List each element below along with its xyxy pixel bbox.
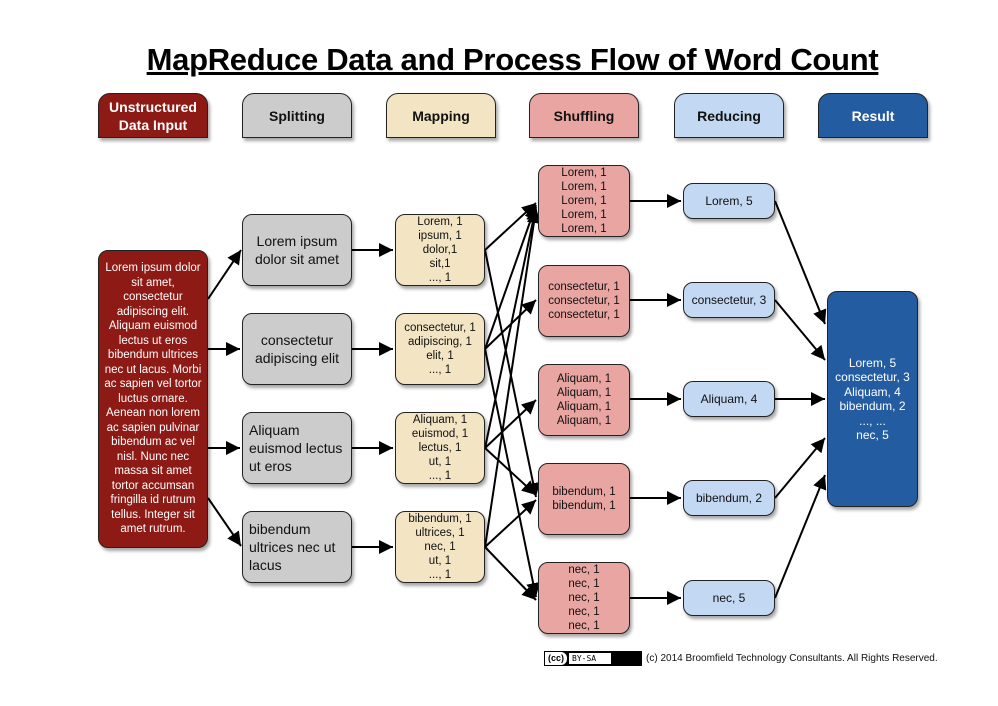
- arrow-input-split-1: [207, 249, 242, 300]
- header-splitting: Splitting: [242, 93, 352, 138]
- shuffle-text: bibendum, 1 bibendum, 1: [552, 486, 616, 512]
- unstructured-input-box: Lorem ipsum dolor sit amet, consectetur …: [98, 250, 208, 548]
- arrow-reduce-result-4: [774, 437, 826, 499]
- split-text: bibendum ultrices nec ut lacus: [249, 521, 336, 573]
- reduce-text: Lorem, 5: [705, 194, 753, 208]
- map-box: bibendum, 1 ultrices, 1 nec, 1 ut, 1 ...…: [395, 511, 485, 583]
- header-shuffling: Shuffling: [529, 93, 639, 138]
- split-text: consectetur adipiscing elit: [254, 332, 340, 366]
- shuffle-box: nec, 1 nec, 1 nec, 1 nec, 1 nec, 1: [538, 562, 630, 634]
- arrow-map3-shuffle-lorem: [484, 206, 540, 449]
- split-box: bibendum ultrices nec ut lacus: [242, 511, 352, 583]
- shuffle-box: Lorem, 1 Lorem, 1 Lorem, 1 Lorem, 1 Lore…: [538, 165, 630, 237]
- arrow-map4-shuffle-lorem: [484, 208, 541, 548]
- reduce-text: nec, 5: [712, 591, 746, 605]
- arrow-map2-shuffle-nec: [484, 348, 541, 598]
- arrow-map4-shuffle-nec: [484, 546, 537, 601]
- arrow-map1-shuffle-bibendum: [484, 249, 541, 498]
- reduce-box: nec, 5: [683, 580, 775, 616]
- map-box: consectetur, 1 adipiscing, 1 elit, 1 ...…: [395, 313, 485, 385]
- input-text: Lorem ipsum dolor sit amet, consectetur …: [104, 262, 202, 536]
- diagram-title: MapReduce Data and Process Flow of Word …: [146, 42, 879, 77]
- arrow-reduce-result-2: [774, 299, 826, 361]
- reduce-text: bibendum, 2: [695, 491, 763, 505]
- shuffle-text: Lorem, 1 Lorem, 1 Lorem, 1 Lorem, 1 Lore…: [561, 167, 607, 235]
- map-text: consectetur, 1 adipiscing, 1 elit, 1 ...…: [404, 322, 476, 376]
- copyright-text: (c) 2014 Broomfield Technology Consultan…: [646, 653, 938, 664]
- shuffle-box: bibendum, 1 bibendum, 1: [538, 463, 630, 535]
- arrow-map2-shuffle-lorem: [484, 204, 538, 350]
- header-mapping: Mapping: [386, 93, 496, 138]
- header-reducing: Reducing: [674, 93, 784, 138]
- arrow-map3-shuffle-bibendum: [484, 447, 537, 496]
- arrow-map1-shuffle-lorem: [484, 202, 537, 251]
- map-text: Aliquam, 1 euismod, 1 lectus, 1 ut, 1 ..…: [411, 414, 469, 482]
- reduce-box: consectetur, 3: [683, 282, 775, 318]
- cc-icon: (cc): [545, 652, 568, 665]
- arrow-reduce-result-5: [774, 474, 827, 599]
- shuffle-text: consectetur, 1 consectetur, 1 consectetu…: [548, 281, 620, 321]
- map-box: Lorem, 1 ipsum, 1 dolor,1 sit,1 ..., 1: [395, 214, 485, 286]
- map-text: bibendum, 1 ultrices, 1 nec, 1 ut, 1 ...…: [408, 513, 472, 581]
- header-unstructured-data-input: Unstructured Data Input: [98, 93, 208, 138]
- split-text: Lorem ipsum dolor sit amet: [254, 233, 340, 267]
- reduce-text: consectetur, 3: [691, 293, 767, 307]
- map-box: Aliquam, 1 euismod, 1 lectus, 1 ut, 1 ..…: [395, 412, 485, 484]
- shuffle-text: nec, 1 nec, 1 nec, 1 nec, 1 nec, 1: [568, 564, 600, 632]
- license-label: BY-SA: [569, 653, 612, 664]
- split-box: consectetur adipiscing elit: [242, 313, 352, 385]
- split-box: Lorem ipsum dolor sit amet: [242, 214, 352, 286]
- split-text: Aliquam euismod lectus ut eros: [249, 422, 343, 474]
- footer: (cc) BY-SA (c) 2014 Broomfield Technolog…: [544, 651, 938, 666]
- arrow-map3-shuffle-aliquam: [484, 399, 537, 449]
- split-box: Aliquam euismod lectus ut eros: [242, 412, 352, 484]
- arrow-input-split-4: [207, 497, 242, 547]
- arrow-map2-shuffle-consectetur: [484, 299, 537, 350]
- reduce-box: Lorem, 5: [683, 183, 775, 219]
- reduce-text: Aliquam, 4: [700, 392, 758, 406]
- result-text: Lorem, 5 consectetur, 3 Aliquam, 4 biben…: [835, 355, 910, 443]
- cc-license-badge: (cc) BY-SA: [544, 651, 643, 666]
- header-result: Result: [818, 93, 928, 138]
- shuffle-box: consectetur, 1 consectetur, 1 consectetu…: [538, 265, 630, 337]
- reduce-box: Aliquam, 4: [683, 381, 775, 417]
- arrow-map4-shuffle-bibendum: [484, 499, 537, 548]
- shuffle-text: Aliquam, 1 Aliquam, 1 Aliquam, 1 Aliquam…: [556, 373, 612, 427]
- result-box: Lorem, 5 consectetur, 3 Aliquam, 4 biben…: [827, 291, 918, 507]
- map-text: Lorem, 1 ipsum, 1 dolor,1 sit,1 ..., 1: [417, 216, 463, 284]
- arrow-reduce-result-1: [774, 200, 827, 325]
- shuffle-box: Aliquam, 1 Aliquam, 1 Aliquam, 1 Aliquam…: [538, 364, 630, 436]
- reduce-box: bibendum, 2: [683, 480, 775, 516]
